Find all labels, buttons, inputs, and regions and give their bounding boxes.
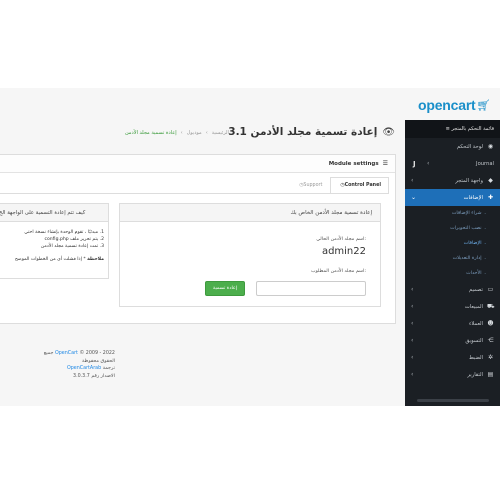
tab-label: Control Panel — [344, 183, 381, 188]
note-text: * إذا فشلت أي من الخطوات الموضح — [14, 257, 86, 262]
breadcrumb-module[interactable]: موديول — [187, 130, 202, 136]
footer: OpenCart © 2009 - 2022 جميع الحقوق محفوظ… — [30, 350, 115, 380]
howto-step: 1. مبدئيًا ، تقوم الوحدة بإنشاء نسخة احت… — [24, 230, 104, 235]
shopping-cart-icon: ⛟ — [487, 302, 495, 310]
tab-label: Support — [303, 183, 323, 188]
chevron-left-icon: ‹ — [427, 160, 430, 167]
sidebar-subitem-events[interactable]: الأحداث - — [405, 266, 500, 281]
sidebar-item-label: الضبط — [468, 354, 483, 361]
sidebar-item-dashboard[interactable]: لوحة التحكم ◉ — [405, 138, 500, 155]
howto-note: ملاحظة * إذا فشلت أي من الخطوات الموضح — [15, 257, 104, 262]
sidebar-subitem-label: شراء الإضافات — [451, 211, 482, 216]
sidebar-item-reports[interactable]: ‹ التقارير ▤ — [405, 366, 500, 383]
chevron-left-icon: ‹ — [411, 354, 414, 361]
sidebar-subitem-label: الأحداث — [466, 271, 482, 276]
opencartarab-link[interactable]: OpenCartArab — [67, 366, 101, 371]
copyright-text: © 2009 - 2022 جميع الحقوق محفوظة — [43, 351, 115, 364]
rename-card-title: إعادة تسمية مجلد الأدمن الخاص بك — [120, 204, 380, 222]
footer-version: الاصدار رقم 3.0.3.7 — [73, 373, 115, 379]
panel-title: Module settings — [328, 160, 379, 167]
clock-icon: ◷ — [299, 183, 304, 188]
rename-button[interactable]: إعادة تسمية — [205, 281, 245, 296]
opencart-link[interactable]: OpenCart — [55, 351, 78, 356]
share-icon: ⋲ — [487, 337, 494, 344]
page-header: 👁︎ إعادة تسمية مجلد الأدمن 3.1 — [228, 126, 395, 138]
sidebar-item-label: التسويق — [465, 337, 483, 344]
tag-icon: ◆ — [488, 177, 493, 184]
sidebar-subitem-label: إدارة التعديلات — [452, 256, 482, 261]
footer-copyright: OpenCart © 2009 - 2022 جميع الحقوق محفوظ… — [30, 350, 115, 365]
sidebar-item-journal[interactable]: J ‹ Journal — [405, 155, 500, 172]
sidebar-item-label: التقارير — [467, 371, 483, 378]
current-folder-label: اسم مجلد الأدمن الحالي: — [316, 237, 366, 242]
current-folder-value: admin22 — [321, 246, 366, 257]
cart-icon: 🛒︎ — [476, 98, 491, 112]
sidebar-item-label: تصميم — [469, 286, 483, 293]
sidebar-item-label: المبيعات — [464, 303, 483, 310]
list-icon: ☰ — [382, 160, 388, 167]
logo-text: opencart — [418, 97, 476, 113]
chevron-left-icon: ‹ — [411, 371, 414, 378]
translation-prefix: ترجمة — [102, 366, 115, 371]
breadcrumb: الرئيسية › موديول › إعادة تسمية مجلد الأ… — [125, 130, 229, 136]
sidebar-item-sales[interactable]: ‹ المبيعات ⛟ — [405, 298, 500, 315]
puzzle-icon: ✚ — [487, 194, 494, 201]
eye-icon: 👁︎ — [382, 126, 395, 138]
note-label: ملاحظة — [87, 257, 104, 262]
sidebar-subitem-label: الإضافات — [463, 241, 482, 246]
sidebar-item-label: لوحة التحكم — [456, 143, 483, 150]
sidebar-subitem-installer[interactable]: نصب التحويرات - — [405, 221, 500, 236]
sidebar-item-label: واجهة المتجر — [455, 177, 483, 184]
howto-step: 3. تمت إعادة تسمية مجلد الأدمن — [40, 244, 104, 249]
howto-card: كيف تتم إعادة التسمية على الواجهة الخ 1.… — [0, 203, 109, 279]
sidebar-subitem-extensions[interactable]: الإضافات - — [405, 236, 500, 251]
opencart-logo[interactable]: opencart 🛒︎ — [418, 97, 491, 113]
module-settings-panel: Module settings ☰ Control Panel ◷ Suppor… — [0, 154, 396, 324]
rename-card: إعادة تسمية مجلد الأدمن الخاص بك اسم مجل… — [119, 203, 381, 307]
chevron-left-icon: ‹ — [411, 303, 414, 310]
howto-step: 2. يتم تحرير ملف config.php — [44, 237, 104, 242]
breadcrumb-current[interactable]: إعادة تسمية مجلد الأدمن — [125, 130, 177, 136]
new-folder-input[interactable] — [256, 281, 366, 296]
sidebar-item-system[interactable]: ‹ الضبط ✲ — [405, 349, 500, 366]
sidebar-item-label: الإضافات — [463, 194, 483, 201]
sidebar-item-label: Journal — [476, 160, 494, 167]
sidebar: ≡ قائمة التحكم بالمتجر لوحة التحكم ◉ J ‹… — [405, 120, 500, 406]
sidebar-item-extensions[interactable]: ⌄ الإضافات ✚ — [405, 189, 500, 206]
sidebar-subitem-modifications[interactable]: إدارة التعديلات - — [405, 251, 500, 266]
clock-icon: ◷ — [340, 183, 345, 188]
sidebar-item-marketing[interactable]: ‹ التسويق ⋲ — [405, 332, 500, 349]
sidebar-item-customers[interactable]: ‹ العملاء ☻ — [405, 315, 500, 332]
panel-heading: Module settings ☰ — [0, 155, 395, 173]
sidebar-subitem-buy-extensions[interactable]: شراء الإضافات - — [405, 206, 500, 221]
tab-control-panel[interactable]: Control Panel ◷ — [330, 177, 389, 194]
sidebar-item-storefront[interactable]: ‹ واجهة المتجر ◆ — [405, 172, 500, 189]
footer-translation: ترجمة OpenCartArab — [30, 365, 115, 373]
sidebar-item-label: العملاء — [468, 320, 483, 327]
sidebar-progress — [417, 399, 489, 402]
sidebar-header: ≡ قائمة التحكم بالمتجر — [405, 120, 500, 138]
cog-icon: ✲ — [487, 354, 494, 361]
chevron-left-icon: ‹ — [411, 320, 414, 327]
tab-support[interactable]: Support ◷ — [289, 177, 330, 194]
page-title: إعادة تسمية مجلد الأدمن 3.1 — [228, 126, 378, 138]
tab-divider — [0, 193, 389, 194]
breadcrumb-home[interactable]: الرئيسية — [212, 130, 229, 136]
bar-chart-icon: ▤ — [487, 371, 494, 378]
sidebar-item-design[interactable]: ‹ تصميم ▭ — [405, 281, 500, 298]
chevron-down-icon: ⌄ — [411, 194, 417, 201]
chevron-left-icon: ‹ — [411, 286, 414, 293]
dashboard-icon: ◉ — [487, 143, 494, 150]
chevron-left-icon: ‹ — [411, 337, 414, 344]
sidebar-subitem-label: نصب التحويرات — [450, 226, 482, 231]
chevron-left-icon: ‹ — [411, 177, 414, 184]
howto-card-title: كيف تتم إعادة التسمية على الواجهة الخ — [0, 204, 108, 222]
user-icon: ☻ — [487, 320, 494, 327]
tabs: Control Panel ◷ Support ◷ — [289, 177, 389, 194]
howto-steps: 1. مبدئيًا ، تقوم الوحدة بإنشاء نسخة احت… — [24, 229, 104, 250]
desktop-icon: ▭ — [487, 286, 494, 293]
journal-icon: J — [413, 159, 416, 168]
new-folder-label: اسم مجلد الأدمن المطلوب: — [310, 269, 366, 274]
